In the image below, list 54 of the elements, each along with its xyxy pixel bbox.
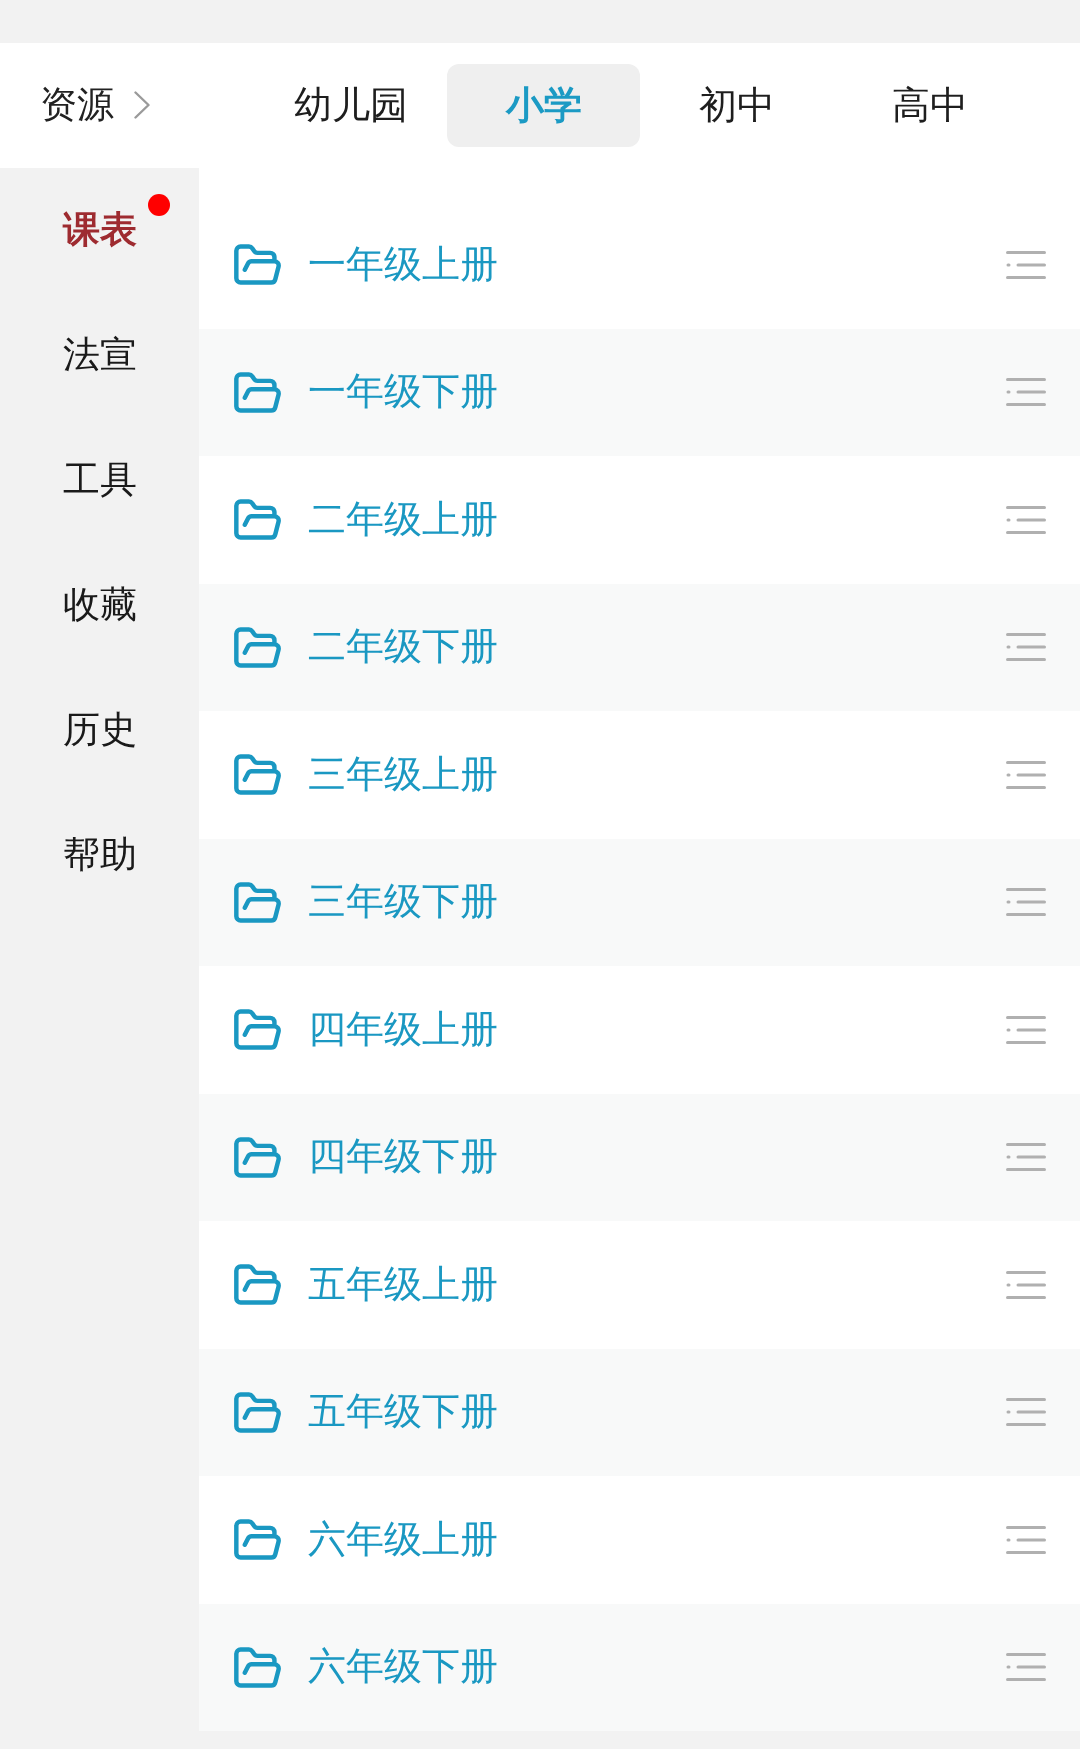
folder-icon (234, 881, 281, 923)
grade-tab[interactable]: 初中 (640, 64, 833, 147)
folder-name: 四年级上册 (308, 1006, 498, 1053)
folder-row[interactable]: 一年级下册 (199, 328, 1080, 456)
grade-tab[interactable]: 幼儿园 (254, 64, 447, 147)
sidebar-item[interactable]: 帮助 (62, 834, 137, 877)
folder-name: 三年级下册 (308, 879, 498, 926)
list-icon[interactable] (1006, 1398, 1046, 1427)
folder-name: 三年级上册 (308, 751, 498, 798)
resources-button[interactable]: 资源 (40, 83, 150, 128)
sidebar-item[interactable]: 历史 (62, 709, 137, 752)
folder-name: 一年级下册 (308, 369, 498, 416)
folder-icon (234, 1009, 281, 1051)
folder-row[interactable]: 三年级下册 (199, 838, 1080, 966)
folder-name: 二年级下册 (308, 624, 498, 671)
folder-icon (234, 1136, 281, 1178)
list-icon[interactable] (1006, 378, 1046, 407)
list-icon[interactable] (1006, 1015, 1046, 1044)
folder-icon (234, 1646, 281, 1688)
folder-row[interactable]: 四年级下册 (199, 1093, 1080, 1221)
folder-row[interactable]: 六年级下册 (199, 1603, 1080, 1731)
folder-icon (234, 1391, 281, 1433)
folder-icon (234, 754, 281, 796)
sidebar-item[interactable]: 工具 (62, 459, 137, 502)
list-icon[interactable] (1006, 1653, 1046, 1682)
folder-name: 一年级上册 (308, 241, 498, 288)
folder-name: 二年级上册 (308, 496, 498, 543)
list-icon[interactable] (1006, 633, 1046, 662)
grade-tab[interactable]: 小学 (447, 64, 640, 147)
folder-icon (234, 1519, 281, 1561)
list-icon[interactable] (1006, 1143, 1046, 1172)
folder-icon (234, 1264, 281, 1306)
folder-icon (234, 626, 281, 668)
folder-name: 五年级下册 (308, 1389, 498, 1436)
folder-name: 六年级上册 (308, 1516, 498, 1563)
list-icon[interactable] (1006, 250, 1046, 279)
list-icon[interactable] (1006, 1270, 1046, 1299)
list-icon[interactable] (1006, 505, 1046, 534)
folder-row[interactable]: 二年级下册 (199, 583, 1080, 711)
list-icon[interactable] (1006, 1525, 1046, 1554)
sidebar-item[interactable]: 收藏 (62, 584, 137, 627)
folder-name: 五年级上册 (308, 1261, 498, 1308)
folder-icon (234, 499, 281, 541)
list-icon[interactable] (1006, 760, 1046, 789)
folder-name: 四年级下册 (308, 1134, 498, 1181)
grade-tab[interactable]: 高中 (833, 64, 1026, 147)
folder-name: 六年级下册 (308, 1644, 498, 1691)
folder-icon (234, 244, 281, 286)
folder-icon (234, 371, 281, 413)
list-icon[interactable] (1006, 888, 1046, 917)
folder-row[interactable]: 五年级下册 (199, 1348, 1080, 1476)
sidebar-item[interactable]: 课表 (62, 209, 137, 252)
sidebar-item[interactable]: 法宣 (62, 334, 137, 377)
chevron-right-icon (134, 91, 150, 120)
